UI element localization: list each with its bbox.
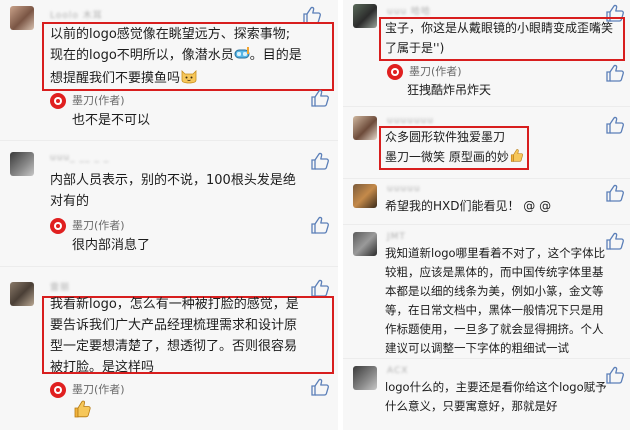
avatar[interactable] — [10, 282, 34, 306]
comment-text: 希望我的HXD们能看见！ @ @ — [385, 196, 551, 216]
comment-text: logo什么的，主要还是看你给这个logo赋予 什么意义，只要寓意好，那就是好 — [385, 378, 607, 416]
modao-logo-icon — [50, 218, 66, 234]
username[interactable]: uuuuu — [387, 184, 421, 194]
username[interactable]: JMT — [387, 232, 406, 242]
avatar[interactable] — [10, 152, 34, 176]
author-name[interactable]: 墨刀(作者) — [72, 218, 125, 234]
author-name[interactable]: 墨刀(作者) — [72, 93, 125, 109]
thumbs-up-emoji-icon — [509, 148, 524, 169]
thumbs-up-icon[interactable] — [605, 366, 625, 384]
comment-text: 众多圆形软件独爱墨刀 墨刀一微笑 原型画的妙 — [385, 127, 524, 169]
author-name[interactable]: 墨刀(作者) — [72, 382, 125, 398]
comment-line: 我知道新logo哪里看着不对了，这个字体比 — [385, 246, 606, 260]
avatar[interactable] — [353, 4, 377, 28]
comment-line: 什么意义，只要寓意好，那就是好 — [385, 399, 558, 413]
right-comment-panel: uuu 哈哈 宝子，你这是从戴眼镜的小眼睛变成歪嘴笑 了属于是'') 墨刀(作者… — [343, 0, 630, 430]
comment-line-part: 墨刀一微笑 原型画的妙 — [385, 150, 509, 164]
avatar[interactable] — [353, 116, 377, 140]
avatar[interactable] — [353, 184, 377, 208]
comment-line: 等，在日常文档中，黑体一般情况下只是用 — [385, 303, 604, 317]
author-reply-header: 墨刀(作者) — [50, 93, 170, 111]
comment-text: 内部人员表示，别的不说，100根头发是绝 对有的 — [50, 170, 296, 212]
comment-line: 对有的 — [50, 194, 90, 209]
author-reply-text: 狂拽酷炸吊炸天 — [407, 83, 492, 97]
cat-face-icon — [180, 68, 198, 91]
username[interactable]: 雷丽 — [50, 280, 70, 293]
comment-line-part: 。目的是 — [249, 48, 302, 63]
username[interactable]: uuu 哈哈 — [387, 4, 431, 17]
comment-line: 了属于是'') — [385, 41, 445, 55]
username[interactable]: Loolo 木耳 — [50, 8, 103, 21]
avatar[interactable] — [353, 366, 377, 390]
comment-line: 型一定要想清楚了，想透彻了。否则很容易 — [50, 339, 298, 354]
thumbs-up-icon[interactable] — [310, 152, 330, 170]
modao-logo-icon — [50, 93, 66, 109]
comment-line: 墨刀一微笑 原型画的妙 — [385, 147, 524, 169]
comment-line: 我看新logo，怎么有一种被打脸的感觉，是 — [50, 297, 299, 312]
comment-text: 我看新logo，怎么有一种被打脸的感觉，是 要告诉我们广大产品经理梳理需求和设计… — [50, 294, 299, 378]
thumbs-up-icon[interactable] — [310, 216, 330, 234]
thumbs-up-icon[interactable] — [605, 232, 625, 250]
left-comment-panel: Loolo 木耳 以前的logo感觉像在眺望远方、探索事物; 现在的logo不明… — [0, 0, 338, 430]
author-name[interactable]: 墨刀(作者) — [409, 64, 462, 80]
thumbs-up-icon[interactable] — [310, 279, 330, 297]
divider — [0, 266, 338, 267]
comment-line: 宝子，你这是从戴眼镜的小眼睛变成歪嘴笑 — [385, 21, 614, 35]
comment-line: 建议可以调整一下字体的粗细试一试 — [385, 341, 569, 355]
modao-logo-icon — [387, 64, 403, 80]
comment-text: 宝子，你这是从戴眼镜的小眼睛变成歪嘴笑 了属于是'') — [385, 18, 613, 58]
comment-line: 众多圆形软件独爱墨刀 — [385, 130, 506, 144]
thumbs-up-icon[interactable] — [605, 184, 625, 202]
author-reply-text: 很内部消息了 — [72, 238, 151, 253]
divider — [343, 106, 630, 107]
modao-logo-icon — [50, 382, 66, 398]
divider — [343, 224, 630, 225]
thumbs-up-icon[interactable] — [310, 378, 330, 396]
username[interactable]: uuu_ __ _ _ — [50, 153, 109, 163]
comment-line: 要告诉我们广大产品经理梳理需求和设计原 — [50, 318, 298, 333]
comment-line: 内部人员表示，别的不说，100根头发是绝 — [50, 173, 296, 188]
comment-line: 较粗，应该是黑体的，而中国传统字体里基 — [385, 265, 604, 279]
thumbs-up-icon[interactable] — [605, 64, 625, 82]
comment-line: 以前的logo感觉像在眺望远方、探索事物; — [50, 27, 291, 42]
avatar[interactable] — [10, 6, 34, 30]
comment-line: 想提醒我们不要摸鱼吗 — [50, 68, 302, 91]
comment-line-part: 现在的logo不明所以，像潜水员 — [50, 48, 234, 63]
divider — [0, 140, 338, 141]
username[interactable]: ACX — [387, 366, 408, 376]
comment-line: 希望我的HXD们能看见！ @ @ — [385, 199, 552, 213]
comment-text: 以前的logo感觉像在眺望远方、探索事物; 现在的logo不明所以，像潜水员 。目… — [50, 24, 302, 91]
comment-line: logo什么的，主要还是看你给这个logo赋予 — [385, 380, 607, 394]
thumbs-up-icon[interactable] — [310, 89, 330, 107]
divider — [343, 358, 630, 359]
comment-line-part: 想提醒我们不要摸鱼吗 — [50, 71, 181, 86]
comment-line: 作标题使用，一旦多了就会显得拥挤。个人 — [385, 322, 604, 336]
divider — [343, 178, 630, 179]
comment-line: 被打脸。是这样吗 — [50, 360, 155, 375]
author-reply-header: 墨刀(作者) — [50, 218, 170, 236]
thumbs-up-emoji-icon — [72, 399, 92, 423]
diving-mask-icon — [234, 47, 250, 68]
comment-text: 我知道新logo哪里看着不对了，这个字体比 较粗，应该是黑体的，而中国传统字体里… — [385, 244, 605, 358]
comment-line: 现在的logo不明所以，像潜水员 。目的是 — [50, 45, 302, 68]
author-reply-text: 也不是不可以 — [72, 113, 151, 128]
avatar[interactable] — [353, 232, 377, 256]
thumbs-up-icon[interactable] — [605, 116, 625, 134]
author-reply-header: 墨刀(作者) — [50, 382, 170, 400]
comment-line: 本都是以细的线条为美，例如小篆，金文等 — [385, 284, 604, 298]
username[interactable]: uuuuuuu — [387, 116, 434, 126]
